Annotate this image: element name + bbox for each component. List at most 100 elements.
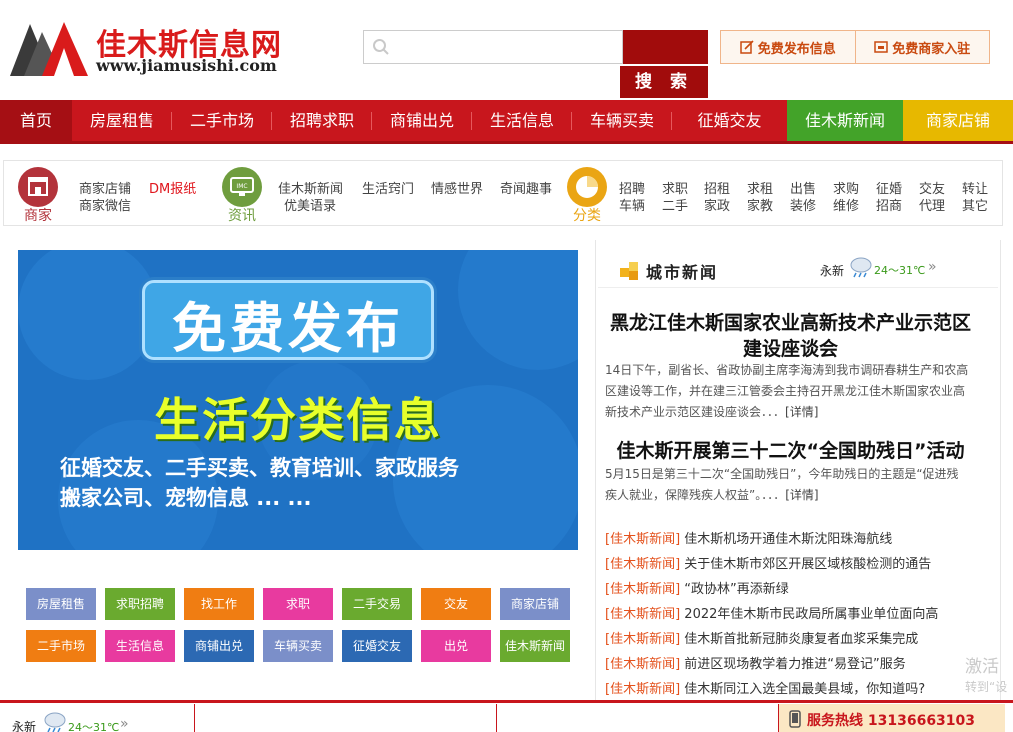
tag-news[interactable]: 佳木斯新闻	[500, 630, 570, 662]
headline-2-summary-line-2: 疾人就业，保障残疾人权益”。．．．	[605, 488, 786, 502]
cat-link-merchant-wechat[interactable]: 商家微信	[79, 195, 131, 214]
cat-link-invest[interactable]: 招商	[876, 195, 902, 214]
nav-vehicles[interactable]: 车辆买卖	[572, 100, 672, 141]
news-item[interactable]: [佳木斯新闻] 佳木斯同江入选全国最美县域，你知道吗?	[605, 678, 960, 697]
headline-1-summary-line-1: 14日下午，副省长、省政协副主席李海涛到我市调研春耕生产和农高	[605, 363, 969, 377]
edit-icon	[739, 40, 754, 54]
phone-icon	[789, 710, 801, 728]
nav-jobs[interactable]: 招聘求职	[272, 100, 372, 141]
headline-2-summary-line-1: 5月15日是第三十二次“全国助残日”，今年助残日的主题是“促进残	[605, 467, 959, 481]
nav-secondhand[interactable]: 二手市场	[172, 100, 272, 141]
headline-1-title[interactable]: 黑龙江佳木斯国家农业高新技术产业示范区 建设座谈会	[598, 310, 983, 362]
news-item[interactable]: [佳木斯新闻] 佳木斯首批新冠肺炎康复者血浆采集完成	[605, 628, 985, 647]
cat-link-tutor[interactable]: 家教	[747, 195, 773, 214]
cat-link-other[interactable]: 其它	[962, 195, 988, 214]
tag-friends[interactable]: 交友	[421, 588, 491, 620]
news-item-text: 佳木斯首批新冠肺炎康复者血浆采集完成	[684, 632, 919, 647]
nav-life[interactable]: 生活信息	[472, 100, 572, 141]
tag-stores[interactable]: 商家店铺	[500, 588, 570, 620]
tag-transfer[interactable]: 出兑	[421, 630, 491, 662]
nav-dating[interactable]: 征婚交友	[672, 100, 787, 141]
nav-home[interactable]: 首页	[0, 100, 72, 141]
footer-cell	[497, 704, 778, 732]
cat-link-oddities[interactable]: 奇闻趣事	[500, 178, 552, 197]
pie-icon[interactable]	[567, 167, 607, 207]
news-item-tag: [佳木斯新闻]	[605, 532, 681, 547]
news-item-tag: [佳木斯新闻]	[605, 657, 681, 672]
search-button[interactable]: 搜 索	[620, 66, 708, 98]
banner-line-1: 征婚交友、二手买卖、教育培训、家政服务	[60, 456, 459, 480]
headline-2-detail-link[interactable]: [详情]	[785, 488, 818, 502]
cat-link-agent[interactable]: 代理	[919, 195, 945, 214]
cubes-icon	[620, 262, 638, 280]
tag-job-seek[interactable]: 求职	[263, 588, 333, 620]
banner-subtitle: 生活分类信息	[154, 393, 442, 447]
shop-icon	[874, 41, 888, 53]
merchant-join-button[interactable]: 免费商家入驻	[854, 31, 990, 63]
news-item[interactable]: [佳木斯新闻] 关于佳木斯市郊区开展区域核酸检测的通告	[605, 553, 985, 572]
cat-link-housekeeping[interactable]: 家政	[704, 195, 730, 214]
weather-city: 永新	[820, 264, 845, 278]
promo-banner[interactable]: 免费发布 生活分类信息 征婚交友、二手买卖、教育培训、家政服务 搬家公司、宠物信…	[18, 250, 578, 550]
cat-link-used[interactable]: 二手	[662, 195, 688, 214]
search-button-top[interactable]	[623, 30, 708, 64]
logo-mountain-icon	[10, 22, 88, 76]
footer-weather-city: 永新	[12, 720, 37, 732]
free-post-button[interactable]: 免费发布信息	[721, 31, 855, 63]
page: 佳木斯信息网 www.jiamusishi.com 搜 索 免费发布信息 免费商…	[0, 0, 1013, 732]
headline-1-summary-line-2: 区建设等工作，并在建三江管委会主持召开黑龙江佳木斯国家农业高	[605, 384, 966, 398]
storefront-icon[interactable]	[18, 167, 58, 207]
activation-watermark-sub: 转到“设	[965, 680, 1008, 694]
tag-shop-transfer[interactable]: 商铺出兑	[184, 630, 254, 662]
tag-dating[interactable]: 征婚交友	[342, 630, 412, 662]
svg-text:IMC: IMC	[236, 183, 247, 190]
category-classify-name: 分类	[573, 208, 601, 224]
news-item-tag: [佳木斯新闻]	[605, 682, 681, 697]
tag-recruit[interactable]: 求职招聘	[105, 588, 175, 620]
footer-cell	[195, 704, 497, 732]
cat-link-repair[interactable]: 维修	[833, 195, 859, 214]
tag-life-info[interactable]: 生活信息	[105, 630, 175, 662]
nav-stores[interactable]: 商家店铺	[903, 100, 1013, 141]
site-logo[interactable]: 佳木斯信息网 www.jiamusishi.com	[8, 18, 308, 78]
activation-watermark: 激活	[965, 657, 999, 677]
cat-link-life-tips[interactable]: 生活窍门	[362, 178, 414, 197]
tag-used-market[interactable]: 二手市场	[26, 630, 96, 662]
news-item[interactable]: [佳木斯新闻] 前进区现场教学着力推进“易登记”服务	[605, 653, 960, 672]
category-info-name: 资讯	[228, 208, 256, 224]
headline-1-detail-link[interactable]: [详情]	[785, 405, 818, 419]
news-item-tag: [佳木斯新闻]	[605, 607, 681, 622]
headline-1-summary-line-3: 新技术产业示范区建设座谈会．．．	[605, 405, 786, 419]
news-item[interactable]: [佳木斯新闻] “政协林”再添新绿	[605, 578, 985, 597]
search-input[interactable]	[394, 31, 614, 61]
banner-line-2: 搬家公司、宠物信息 ... ...	[60, 486, 312, 510]
cat-link-emotion[interactable]: 情感世界	[431, 178, 483, 197]
cat-link-vehicles[interactable]: 车辆	[619, 195, 645, 214]
news-item[interactable]: [佳木斯新闻] 2022年佳木斯市民政局所属事业单位面向高	[605, 603, 985, 622]
headline-1-summary: 14日下午，副省长、省政协副主席李海涛到我市调研春耕生产和农高 区建设等工作，并…	[605, 360, 985, 423]
weather-temp: 24～31℃	[874, 264, 926, 277]
footer-weather-more-link[interactable]: »	[120, 716, 129, 732]
news-item-tag: [佳木斯新闻]	[605, 632, 681, 647]
nav-shops[interactable]: 商铺出兑	[372, 100, 472, 141]
search-box	[363, 30, 623, 64]
cat-link-quotes[interactable]: 优美语录	[284, 195, 336, 214]
tag-housing[interactable]: 房屋租售	[26, 588, 96, 620]
banner-title: 免费发布	[172, 297, 404, 360]
logo-url: www.jiamusishi.com	[96, 56, 277, 75]
nav-housing[interactable]: 房屋租售	[72, 100, 172, 141]
category-shop-name: 商家	[24, 208, 52, 224]
monitor-icon[interactable]: IMC	[222, 167, 262, 207]
tag-vehicles[interactable]: 车辆买卖	[263, 630, 333, 662]
weather-more-link[interactable]: »	[928, 259, 937, 275]
service-hotline[interactable]: 服务热线 13136663103	[778, 704, 1005, 732]
cat-link-decoration[interactable]: 装修	[790, 195, 816, 214]
nav-news[interactable]: 佳木斯新闻	[787, 100, 903, 141]
tag-find-job[interactable]: 找工作	[184, 588, 254, 620]
headline-2-title[interactable]: 佳木斯开展第三十二次“全国助残日”活动	[598, 438, 983, 464]
news-item[interactable]: [佳木斯新闻] 佳木斯机场开通佳木斯沈阳珠海航线	[605, 528, 985, 547]
news-item-text: 佳木斯机场开通佳木斯沈阳珠海航线	[684, 532, 893, 547]
tag-used-trade[interactable]: 二手交易	[342, 588, 412, 620]
rain-cloud-icon	[44, 712, 66, 732]
cat-link-dm-paper[interactable]: DM报纸	[149, 178, 196, 197]
